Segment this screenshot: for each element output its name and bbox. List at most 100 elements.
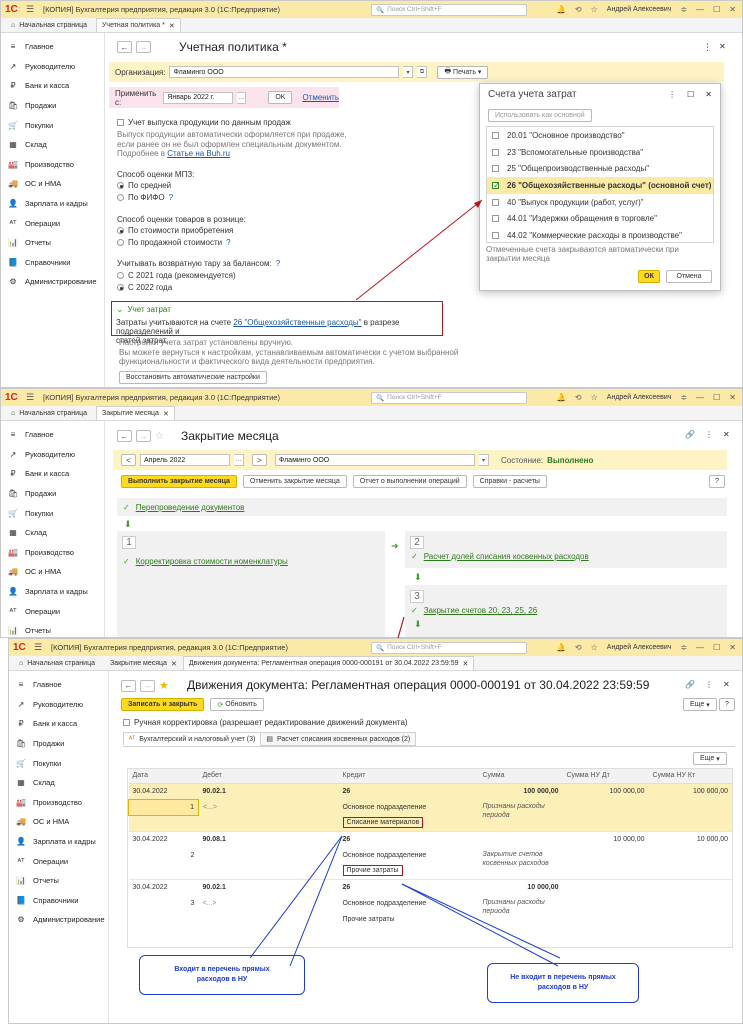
- sidebar-item-operations[interactable]: ᴬᵀ Операции: [9, 851, 108, 871]
- sidebar-item-bank[interactable]: ₽ Банк и касса: [1, 464, 104, 484]
- apply-date-select[interactable]: …: [237, 91, 247, 104]
- menu-icon[interactable]: ☰: [31, 642, 45, 653]
- reference-calcs-button[interactable]: Справки - расчеты: [472, 475, 547, 488]
- apply-ok-button[interactable]: OK: [268, 91, 293, 104]
- restore-defaults-button[interactable]: Восстановить автоматические настройки: [119, 371, 267, 384]
- sidebar-item-reports[interactable]: 📊 Отчеты: [9, 871, 108, 891]
- account-item[interactable]: 44.02 "Коммерческие расходы в производст…: [487, 227, 713, 244]
- sidebar-item-operations[interactable]: ᴬᵀ Операции: [1, 213, 104, 233]
- favorite-star-icon[interactable]: ☆: [155, 431, 164, 442]
- more-icon[interactable]: ⋮: [703, 42, 712, 53]
- run-closing-button[interactable]: Выполнить закрытие месяца: [121, 475, 237, 488]
- close-tab-icon[interactable]: ✕: [171, 660, 177, 668]
- table-row[interactable]: 30.04.2022 90.02.1 26 10 000,00: [128, 879, 732, 895]
- col-sum[interactable]: Сумма: [478, 769, 563, 784]
- tab-month-closing[interactable]: Закрытие месяца ✕: [95, 406, 175, 420]
- maximize-icon[interactable]: ☐: [713, 393, 720, 402]
- sidebar-item-production[interactable]: 🏭 Производство: [1, 543, 104, 563]
- mpz-option-fifo[interactable]: По ФИФО?: [117, 193, 173, 202]
- sidebar-item-sales[interactable]: 🛍 Продажи: [1, 484, 104, 504]
- table-more-button[interactable]: Еще ▾: [693, 752, 727, 765]
- org-field[interactable]: Фламинго ООО: [169, 66, 400, 78]
- org-dropdown[interactable]: ▾: [403, 66, 414, 78]
- minimize-icon[interactable]: —: [696, 5, 704, 14]
- sidebar-item-warehouse[interactable]: ▦ Склад: [1, 523, 104, 543]
- account-item[interactable]: 20.01 "Основное производство": [487, 127, 713, 144]
- sidebar-item-production[interactable]: 🏭 Производство: [9, 793, 108, 813]
- menu-icon[interactable]: ☰: [23, 392, 37, 403]
- org-field[interactable]: Фламинго ООО: [275, 454, 475, 466]
- table-row[interactable]: 30.04.2022 90.02.1 26 100 000,00 100 000…: [128, 783, 732, 799]
- print-button[interactable]: 🖶 Печать ▾: [437, 65, 489, 79]
- forward-button[interactable]: →: [136, 430, 151, 442]
- star-icon[interactable]: ☆: [591, 5, 598, 14]
- sidebar-item-warehouse[interactable]: ▦ Склад: [9, 773, 108, 793]
- sidebar-item-main[interactable]: ≡ Главное: [1, 37, 104, 57]
- bell-icon[interactable]: 🔔: [556, 393, 566, 402]
- sidebar-item-production[interactable]: 🏭 Производство: [1, 155, 104, 175]
- col-date[interactable]: Дата: [128, 769, 199, 784]
- tab-accounting[interactable]: ᴬᵀ Бухгалтерский и налоговый учет (3): [123, 732, 262, 746]
- costs-header[interactable]: Учет затрат: [128, 305, 171, 314]
- tab-document-movements[interactable]: Движения документа: Регламентная операци…: [182, 656, 475, 670]
- settings-icon[interactable]: ≑: [680, 643, 687, 652]
- close-icon[interactable]: ✕: [729, 5, 736, 14]
- col-sum-nu-kt[interactable]: Сумма НУ Кт: [648, 769, 732, 784]
- help-icon[interactable]: ?: [276, 259, 280, 268]
- settings-icon[interactable]: ≑: [680, 393, 687, 402]
- back-button[interactable]: ←: [117, 430, 132, 442]
- forward-button[interactable]: →: [140, 679, 155, 692]
- retail-option-cost[interactable]: По стоимости приобретения: [117, 226, 233, 235]
- sidebar-item-admin[interactable]: ⚙ Администрирование: [1, 272, 104, 292]
- tab-home[interactable]: ⌂ Начальная страница: [13, 656, 104, 670]
- account-item[interactable]: 40 "Выпуск продукции (работ, услуг)": [487, 194, 713, 211]
- production-checkbox[interactable]: [117, 119, 124, 126]
- sidebar-item-assets[interactable]: 🚚 ОС и НМА: [1, 562, 104, 582]
- sidebar-item-assets[interactable]: 🚚 ОС и НМА: [9, 812, 108, 832]
- close-form-icon[interactable]: ✕: [723, 680, 730, 689]
- account-item[interactable]: 44.01 "Издержки обращения в торговле": [487, 210, 713, 227]
- tab-home[interactable]: ⌂ Начальная страница: [5, 406, 96, 420]
- close-icon[interactable]: ✕: [729, 393, 736, 402]
- retail-option-sale[interactable]: По продажной стоимости?: [117, 238, 231, 247]
- sidebar-item-operations[interactable]: ᴬᵀ Операции: [1, 601, 104, 621]
- table-row[interactable]: 1 <...> Основное подразделение Признаны …: [128, 798, 732, 819]
- tara-option-2021[interactable]: С 2021 года (рекомендуется): [117, 271, 236, 280]
- costs-account-link[interactable]: 26 "Общехозяйственные расходы": [233, 318, 361, 327]
- sidebar-item-bank[interactable]: ₽ Банк и касса: [9, 714, 108, 734]
- table-row[interactable]: 30.04.2022 90.08.1 26 10 000,00 10 000,0…: [128, 831, 732, 847]
- sidebar-item-purchases[interactable]: 🛒 Покупки: [1, 503, 104, 523]
- tab-home[interactable]: ⌂ Начальная страница: [5, 18, 96, 32]
- close-tab-icon[interactable]: ✕: [163, 410, 169, 418]
- settings-icon[interactable]: ≑: [680, 5, 687, 14]
- cancel-link[interactable]: Отменить: [302, 93, 339, 102]
- history-icon[interactable]: ⟲: [575, 393, 582, 402]
- sidebar-item-assets[interactable]: 🚚 ОС и НМА: [1, 174, 104, 194]
- prev-period-button[interactable]: <: [121, 454, 136, 466]
- tab-month-closing[interactable]: Закрытие месяца ✕: [104, 656, 183, 670]
- close-form-icon[interactable]: ✕: [719, 42, 726, 51]
- table-row[interactable]: 2 Основное подразделение Закрытие счетов…: [129, 847, 733, 867]
- tara-option-2022[interactable]: С 2022 года: [117, 283, 172, 292]
- table-row[interactable]: 3 <...> Основное подразделение Признаны …: [129, 895, 733, 915]
- favorite-star-icon[interactable]: ★: [159, 679, 169, 692]
- more-icon[interactable]: ⋮: [705, 430, 713, 439]
- sidebar-item-purchases[interactable]: 🛒 Покупки: [9, 753, 108, 773]
- back-button[interactable]: ←: [121, 679, 136, 692]
- maximize-icon[interactable]: ☐: [687, 90, 694, 99]
- minimize-icon[interactable]: —: [696, 393, 704, 402]
- production-checkbox-row[interactable]: Учет выпуска продукции по данным продаж: [117, 118, 291, 127]
- global-search[interactable]: 🔍 Поиск Ctrl+Shift+F: [371, 3, 527, 16]
- sidebar-item-main[interactable]: ≡ Главное: [1, 425, 104, 445]
- sidebar-item-salary[interactable]: 👤 Зарплата и кадры: [1, 582, 104, 602]
- org-open[interactable]: ⧉: [417, 66, 428, 78]
- sidebar-item-manager[interactable]: ↗ Руководителю: [1, 445, 104, 465]
- cost-adjustment-link[interactable]: Корректировка стоимости номенклатуры: [136, 557, 288, 566]
- sidebar-item-catalogs[interactable]: 📘 Справочники: [1, 253, 104, 273]
- sidebar-item-reports[interactable]: 📊 Отчеты: [1, 621, 104, 637]
- dialog-ok-button[interactable]: ОК: [638, 270, 660, 283]
- table-row[interactable]: Прочие затраты: [129, 863, 733, 879]
- save-close-button[interactable]: Записать и закрыть: [121, 698, 205, 711]
- sidebar-item-bank[interactable]: ₽ Банк и касса: [1, 76, 104, 96]
- refresh-button[interactable]: ⟳ Обновить: [210, 698, 264, 711]
